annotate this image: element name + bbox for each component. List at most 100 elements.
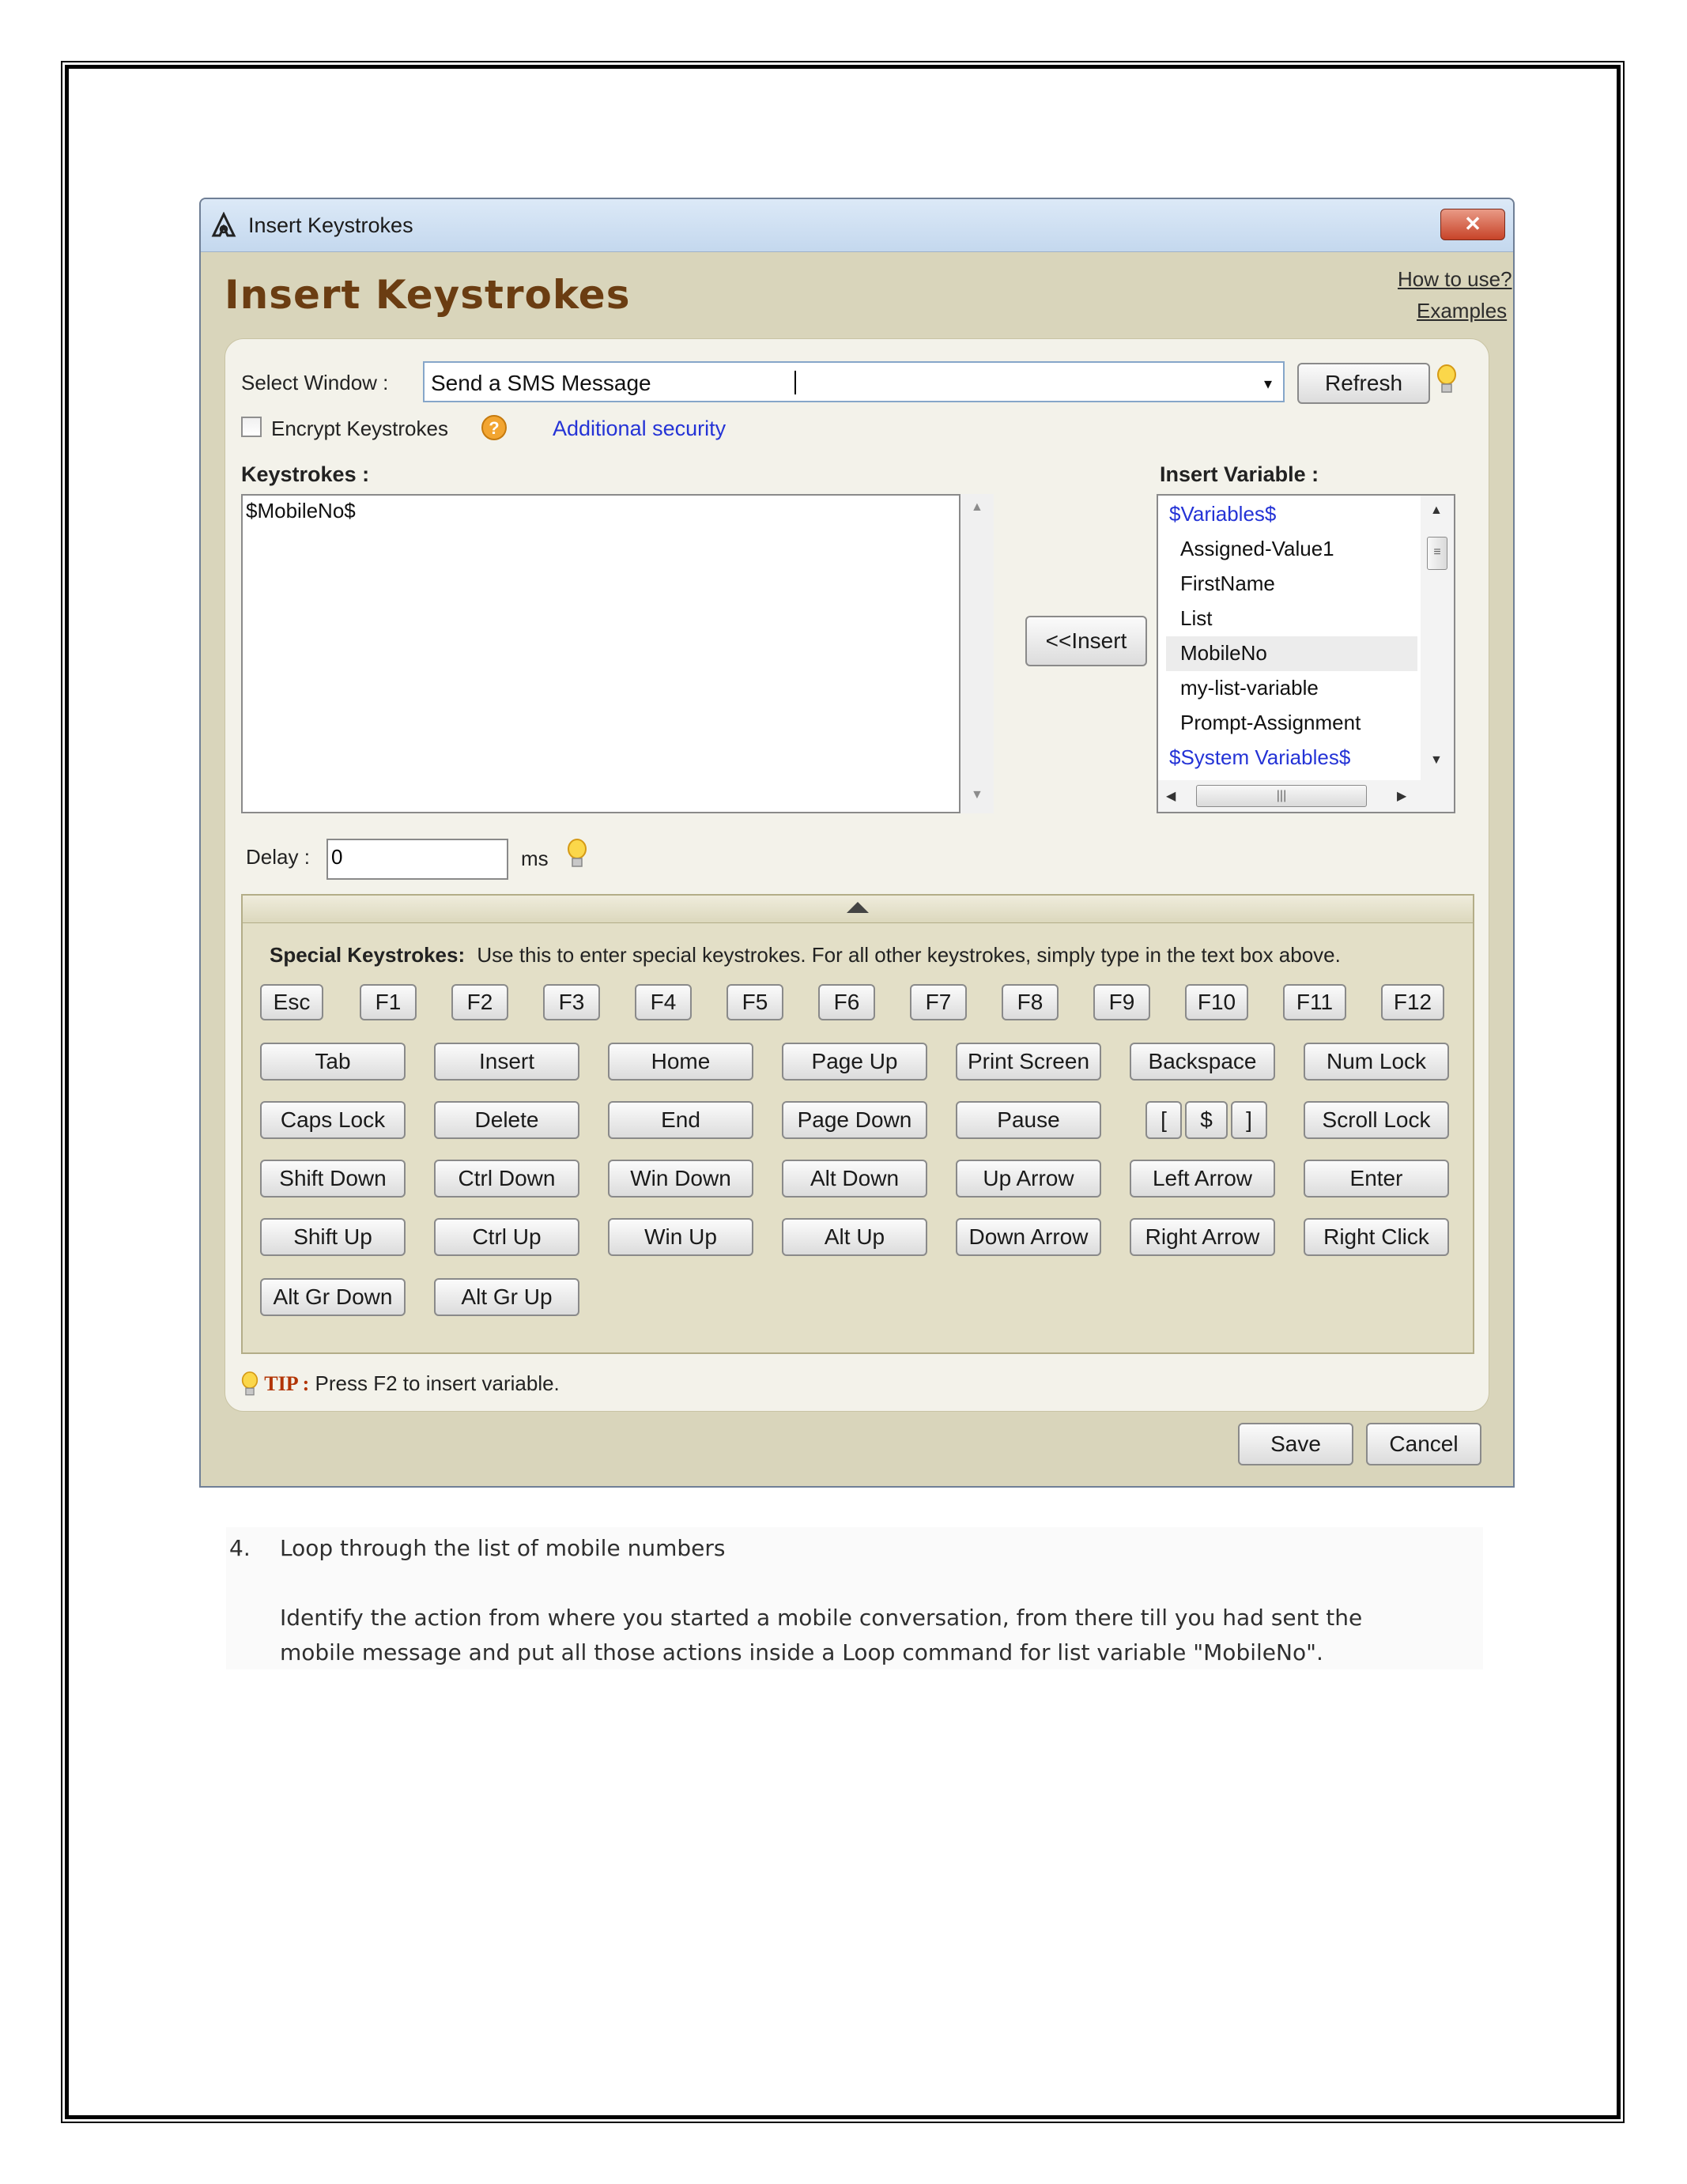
list-item-selected[interactable]: MobileNo xyxy=(1180,641,1267,666)
key-alt-up[interactable]: Alt Up xyxy=(782,1218,927,1256)
tip-text: Press F2 to insert variable. xyxy=(315,1371,560,1395)
select-window-dropdown[interactable]: Send a SMS Message ▾ xyxy=(423,361,1285,402)
chevron-down-icon[interactable]: ▾ xyxy=(1264,374,1272,394)
scroll-down-icon[interactable]: ▼ xyxy=(1430,753,1443,768)
key-dollar[interactable]: $ xyxy=(1185,1101,1228,1139)
key-f2[interactable]: F2 xyxy=(451,984,508,1020)
key-up-arrow[interactable]: Up Arrow xyxy=(956,1160,1101,1198)
insert-variable-button[interactable]: <<Insert xyxy=(1025,616,1147,666)
key-tab[interactable]: Tab xyxy=(260,1043,406,1081)
key-page-up[interactable]: Page Up xyxy=(782,1043,927,1081)
how-to-use-link[interactable]: How to use? xyxy=(1398,267,1512,292)
special-keystrokes-heading: Special Keystrokes: xyxy=(270,943,466,967)
key-caps-lock[interactable]: Caps Lock xyxy=(260,1101,406,1139)
variable-list-hscroll[interactable]: ◀ ||| ▶ xyxy=(1158,780,1454,812)
delay-label: Delay : xyxy=(246,845,310,869)
key-f4[interactable]: F4 xyxy=(635,984,692,1020)
key-right-bracket[interactable]: ] xyxy=(1231,1101,1267,1139)
key-enter[interactable]: Enter xyxy=(1304,1160,1449,1198)
key-alt-gr-up[interactable]: Alt Gr Up xyxy=(434,1278,579,1316)
key-alt-down[interactable]: Alt Down xyxy=(782,1160,927,1198)
special-keystrokes-title: Special Keystrokes: Use this to enter sp… xyxy=(270,943,1341,968)
key-ctrl-up[interactable]: Ctrl Up xyxy=(434,1218,579,1256)
list-group-variables[interactable]: $Variables$ xyxy=(1169,502,1276,526)
question-circle-icon[interactable]: ? xyxy=(481,415,507,440)
cancel-button[interactable]: Cancel xyxy=(1366,1423,1481,1465)
tip-label: TIP : xyxy=(264,1372,310,1395)
key-right-click[interactable]: Right Click xyxy=(1304,1218,1449,1256)
select-window-label: Select Window : xyxy=(241,371,389,394)
special-keystrokes-description: Use this to enter special keystrokes. Fo… xyxy=(477,943,1341,967)
title-bar: Insert Keystrokes ✕ xyxy=(201,199,1513,252)
save-button[interactable]: Save xyxy=(1238,1423,1353,1465)
key-f12[interactable]: F12 xyxy=(1381,984,1444,1020)
collapse-bar[interactable] xyxy=(243,896,1473,923)
key-pause[interactable]: Pause xyxy=(956,1101,1101,1139)
key-f1[interactable]: F1 xyxy=(360,984,417,1020)
select-window-value: Send a SMS Message xyxy=(431,371,651,395)
scroll-right-icon[interactable]: ▶ xyxy=(1397,788,1406,804)
key-alt-gr-down[interactable]: Alt Gr Down xyxy=(260,1278,406,1316)
encrypt-keystrokes-checkbox[interactable] xyxy=(241,417,262,437)
lightbulb-icon xyxy=(1437,364,1456,393)
collapse-up-icon[interactable] xyxy=(847,902,869,913)
key-home[interactable]: Home xyxy=(608,1043,753,1081)
list-group-system-variables[interactable]: $System Variables$ xyxy=(1169,745,1350,770)
delay-input[interactable]: 0 xyxy=(326,839,508,880)
key-page-down[interactable]: Page Down xyxy=(782,1101,927,1139)
window-title: Insert Keystrokes xyxy=(248,213,413,237)
keystrokes-label: Keystrokes : xyxy=(241,462,370,486)
examples-link[interactable]: Examples xyxy=(1417,299,1507,323)
key-f6[interactable]: F6 xyxy=(818,984,875,1020)
key-shift-up[interactable]: Shift Up xyxy=(260,1218,406,1256)
key-f8[interactable]: F8 xyxy=(1002,984,1059,1020)
special-keystrokes-panel: Special Keystrokes: Use this to enter sp… xyxy=(241,894,1474,1354)
lightbulb-icon xyxy=(241,1371,259,1396)
list-item[interactable]: Prompt-Assignment xyxy=(1180,711,1361,735)
refresh-button[interactable]: Refresh xyxy=(1297,363,1430,404)
insert-keystrokes-dialog: Insert Keystrokes ✕ Insert Keystrokes Ho… xyxy=(199,198,1515,1488)
keystrokes-scrollbar[interactable]: ▲ ▼ xyxy=(960,494,994,813)
key-left-bracket[interactable]: [ xyxy=(1145,1101,1182,1139)
key-win-down[interactable]: Win Down xyxy=(608,1160,753,1198)
scroll-left-icon[interactable]: ◀ xyxy=(1166,788,1176,804)
scroll-thumb[interactable]: ≡ xyxy=(1427,537,1447,570)
key-insert[interactable]: Insert xyxy=(434,1043,579,1081)
variable-list-vscroll[interactable]: ▲ ≡ ▼ xyxy=(1421,496,1454,780)
key-win-up[interactable]: Win Up xyxy=(608,1218,753,1256)
key-shift-down[interactable]: Shift Down xyxy=(260,1160,406,1198)
key-down-arrow[interactable]: Down Arrow xyxy=(956,1218,1101,1256)
key-backspace[interactable]: Backspace xyxy=(1130,1043,1275,1081)
step-paragraph-line-1: Identify the action from where you start… xyxy=(280,1605,1363,1631)
key-esc[interactable]: Esc xyxy=(260,984,323,1020)
list-item[interactable]: FirstName xyxy=(1180,571,1275,596)
scroll-up-icon[interactable]: ▲ xyxy=(1430,504,1443,518)
scroll-down-icon[interactable]: ▼ xyxy=(971,788,983,802)
key-right-arrow[interactable]: Right Arrow xyxy=(1130,1218,1275,1256)
additional-security-link[interactable]: Additional security xyxy=(553,417,726,441)
variable-listbox[interactable]: $Variables$ Assigned-Value1 FirstName Li… xyxy=(1157,494,1455,813)
step-number: 4. xyxy=(229,1535,251,1561)
keystrokes-textarea[interactable]: $MobileNo$ xyxy=(241,494,960,813)
key-ctrl-down[interactable]: Ctrl Down xyxy=(434,1160,579,1198)
scroll-up-icon[interactable]: ▲ xyxy=(971,500,983,515)
key-f11[interactable]: F11 xyxy=(1283,984,1346,1020)
key-f5[interactable]: F5 xyxy=(727,984,783,1020)
close-button[interactable]: ✕ xyxy=(1440,209,1505,240)
scroll-thumb[interactable]: ||| xyxy=(1196,785,1367,807)
list-item[interactable]: Assigned-Value1 xyxy=(1180,537,1334,561)
key-left-arrow[interactable]: Left Arrow xyxy=(1130,1160,1275,1198)
list-item[interactable]: my-list-variable xyxy=(1180,676,1319,700)
list-item[interactable]: List xyxy=(1180,606,1212,631)
key-f3[interactable]: F3 xyxy=(543,984,600,1020)
key-f7[interactable]: F7 xyxy=(910,984,967,1020)
key-scroll-lock[interactable]: Scroll Lock xyxy=(1304,1101,1449,1139)
key-num-lock[interactable]: Num Lock xyxy=(1304,1043,1449,1081)
key-f9[interactable]: F9 xyxy=(1093,984,1150,1020)
encrypt-keystrokes-label: Encrypt Keystrokes xyxy=(271,417,448,440)
lightbulb-icon xyxy=(568,839,587,867)
key-delete[interactable]: Delete xyxy=(434,1101,579,1139)
key-end[interactable]: End xyxy=(608,1101,753,1139)
key-print-screen[interactable]: Print Screen xyxy=(956,1043,1101,1081)
key-f10[interactable]: F10 xyxy=(1185,984,1248,1020)
